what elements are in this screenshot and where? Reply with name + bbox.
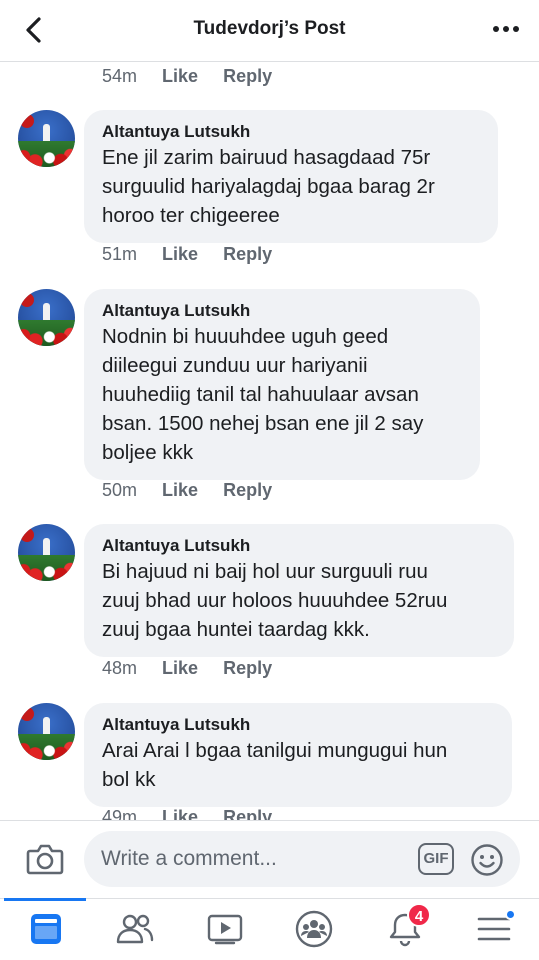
comment-actions: 49m Like Reply <box>102 807 292 820</box>
comments-list: 54m Like Reply Altantuya Lutsukh Ene jil… <box>0 62 539 820</box>
comment-time: 54m <box>102 66 138 86</box>
reply-button[interactable]: Reply <box>223 244 272 264</box>
like-button[interactable]: Like <box>162 66 198 86</box>
notification-badge: 4 <box>407 903 431 927</box>
comment-author[interactable]: Altantuya Lutsukh <box>102 535 496 557</box>
comment-time: 48m <box>102 658 138 678</box>
avatar[interactable] <box>18 524 75 581</box>
comment-author[interactable]: Altantuya Lutsukh <box>102 714 494 736</box>
menu-icon[interactable] <box>472 909 516 949</box>
comment-actions: 48m Like Reply <box>102 658 292 679</box>
menu-notification-dot <box>505 909 516 920</box>
comment-bubble: Altantuya Lutsukh Nodnin bi huuuhdee ugu… <box>84 289 480 480</box>
comment-input[interactable]: Write a comment... GIF <box>84 831 520 887</box>
gif-icon[interactable]: GIF <box>418 843 454 875</box>
top-bar: Tudevdorj’s Post <box>0 0 539 62</box>
bottom-tab-bar: 4 <box>0 898 539 960</box>
comment-actions: 50m Like Reply <box>102 480 292 501</box>
active-tab-indicator <box>4 898 86 901</box>
news-feed-icon[interactable] <box>24 909 68 949</box>
comment-actions: 51m Like Reply <box>102 244 292 265</box>
comment-bubble: Altantuya Lutsukh Ene jil zarim bairuud … <box>84 110 498 243</box>
comment-text: Arai Arai l bgaa tanilgui mungugui hun b… <box>102 739 448 791</box>
comment-time: 51m <box>102 244 138 264</box>
comment-placeholder: Write a comment... <box>101 847 277 870</box>
comment-author[interactable]: Altantuya Lutsukh <box>102 300 462 322</box>
reply-button[interactable]: Reply <box>223 480 272 500</box>
comment-time: 50m <box>102 480 138 500</box>
comment-text: Ene jil zarim bairuud hasagdaad 75r surg… <box>102 146 435 227</box>
reply-button[interactable]: Reply <box>223 66 272 86</box>
page-title: Tudevdorj’s Post <box>193 18 346 39</box>
comment-text: Bi hajuud ni baij hol uur surguuli ruu z… <box>102 560 448 641</box>
camera-icon[interactable] <box>26 841 64 877</box>
more-icon[interactable] <box>489 16 523 42</box>
avatar[interactable] <box>18 110 75 167</box>
comment-author[interactable]: Altantuya Lutsukh <box>102 121 480 143</box>
notifications-icon[interactable]: 4 <box>383 903 431 949</box>
comment-time: 49m <box>102 807 138 820</box>
avatar[interactable] <box>18 289 75 346</box>
like-button[interactable]: Like <box>162 480 198 500</box>
avatar[interactable] <box>18 703 75 760</box>
emoji-icon[interactable] <box>470 843 504 877</box>
like-button[interactable]: Like <box>162 658 198 678</box>
comment-composer: Write a comment... GIF <box>0 820 539 898</box>
comment-text: Nodnin bi huuuhdee uguh geed diileegui z… <box>102 325 424 464</box>
friends-icon[interactable] <box>113 909 157 949</box>
comment-actions: 54m Like Reply <box>102 66 292 87</box>
comment-bubble: Altantuya Lutsukh Bi hajuud ni baij hol … <box>84 524 514 657</box>
comment-bubble: Altantuya Lutsukh Arai Arai l bgaa tanil… <box>84 703 512 807</box>
like-button[interactable]: Like <box>162 244 198 264</box>
groups-icon[interactable] <box>292 909 336 949</box>
reply-button[interactable]: Reply <box>223 807 272 820</box>
watch-icon[interactable] <box>203 909 247 949</box>
reply-button[interactable]: Reply <box>223 658 272 678</box>
like-button[interactable]: Like <box>162 807 198 820</box>
